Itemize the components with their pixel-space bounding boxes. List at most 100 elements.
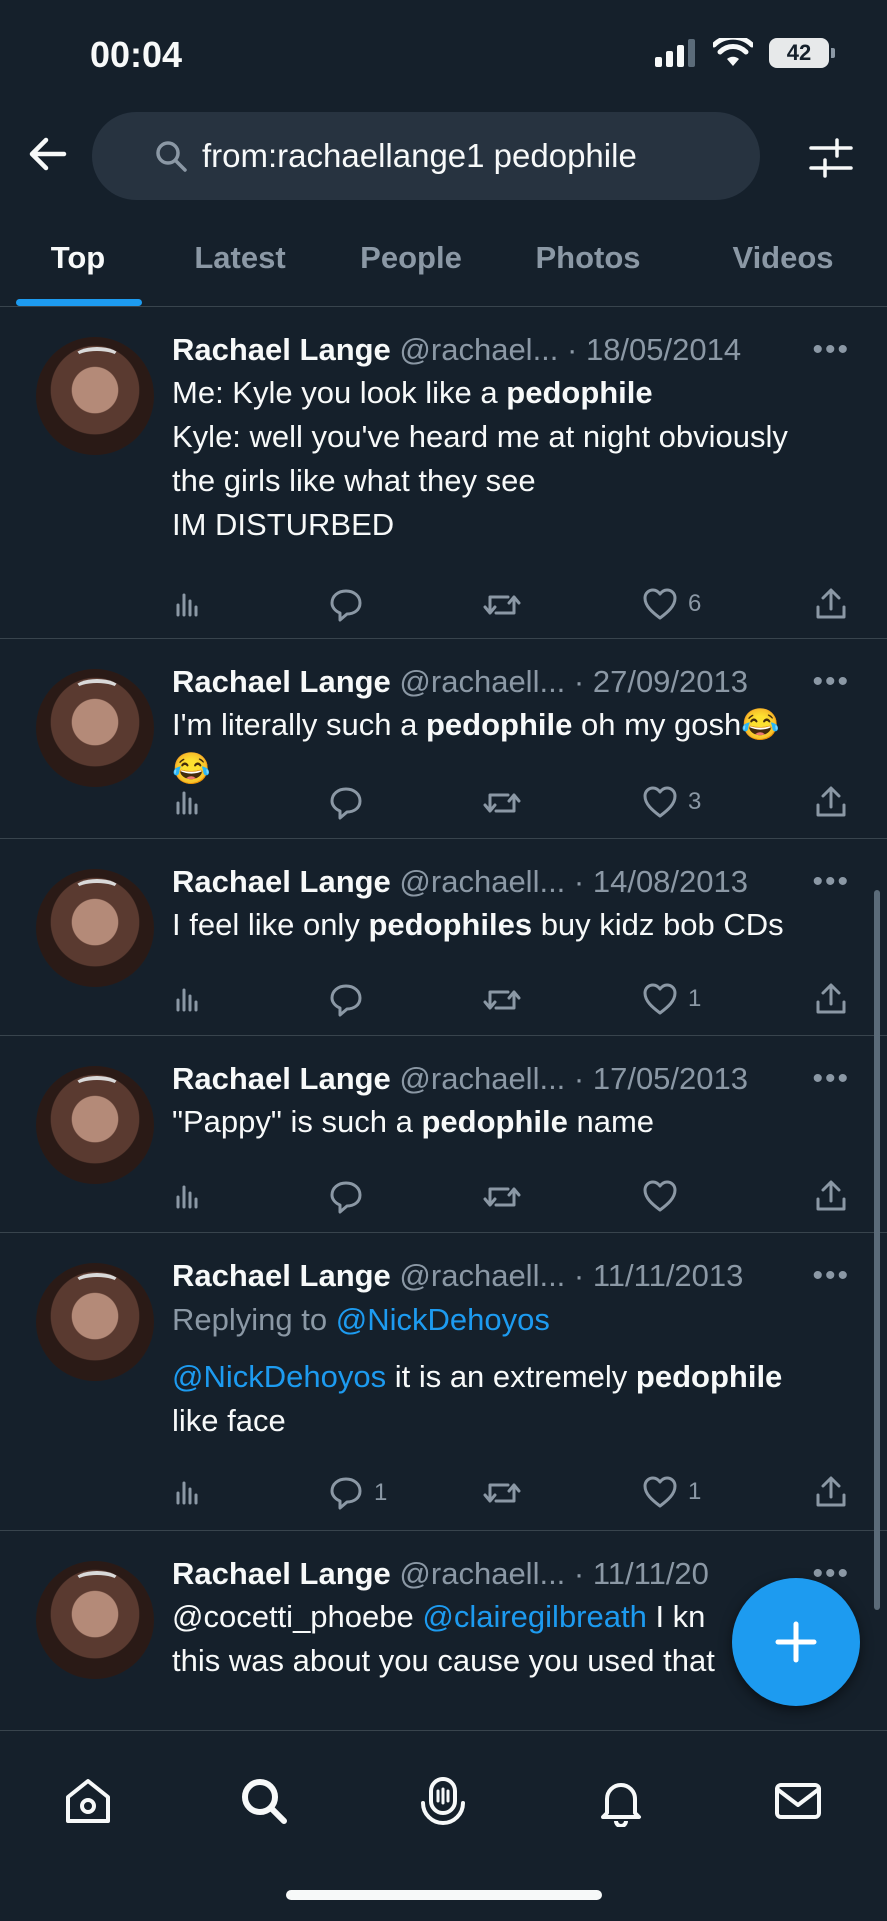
- retweet-button[interactable]: [482, 1475, 522, 1511]
- retweet-button[interactable]: [482, 982, 522, 1018]
- author-name[interactable]: Rachael Lange: [172, 1061, 391, 1096]
- tweet-body: Rachael Lange @rachael... · 18/05/2014 ••…: [172, 329, 852, 547]
- compose-button[interactable]: [732, 1578, 860, 1706]
- tweet[interactable]: Rachael Lange @rachaell... · 11/11/2013 •…: [0, 1233, 887, 1531]
- share-button[interactable]: [814, 785, 848, 819]
- views-button[interactable]: [172, 1179, 204, 1211]
- nav-explore[interactable]: [234, 1771, 294, 1831]
- author-name[interactable]: Rachael Lange: [172, 332, 391, 367]
- like-count: 1: [688, 1478, 702, 1505]
- like-icon: [643, 588, 677, 620]
- avatar[interactable]: [36, 1066, 154, 1184]
- avatar[interactable]: [36, 337, 154, 455]
- author-name[interactable]: Rachael Lange: [172, 664, 391, 699]
- search-input[interactable]: from:rachaellange1 pedophile: [92, 112, 760, 200]
- avatar[interactable]: [36, 869, 154, 987]
- author-handle[interactable]: @rachael...: [391, 332, 558, 367]
- tweet-date[interactable]: · 14/08/2013: [565, 864, 748, 899]
- tweet[interactable]: Rachael Lange @rachaell... · 17/05/2013 •…: [0, 1036, 887, 1233]
- tweet-header: Rachael Lange @rachael... · 18/05/2014 ••…: [172, 329, 852, 371]
- search-icon: [242, 1779, 287, 1824]
- like-button[interactable]: 3: [642, 785, 701, 819]
- like-button[interactable]: 1: [642, 982, 701, 1016]
- avatar[interactable]: [36, 1561, 154, 1679]
- nav-messages[interactable]: [768, 1771, 828, 1831]
- search-filter-button[interactable]: [807, 134, 855, 182]
- tab-latest[interactable]: Latest: [170, 222, 310, 306]
- tweet-date[interactable]: · 11/11/2013: [565, 1258, 744, 1293]
- avatar[interactable]: [36, 1263, 154, 1381]
- views-icon: [176, 988, 198, 1012]
- more-icon[interactable]: •••: [812, 861, 850, 903]
- author-handle[interactable]: @rachaell...: [391, 1061, 565, 1096]
- mention-link[interactable]: @clairegilbreath: [422, 1599, 646, 1634]
- views-button[interactable]: [172, 982, 204, 1014]
- author-name[interactable]: Rachael Lange: [172, 1258, 391, 1293]
- nav-notifications[interactable]: [591, 1771, 651, 1831]
- more-icon[interactable]: •••: [812, 1255, 850, 1297]
- more-icon[interactable]: •••: [812, 661, 850, 703]
- reply-button[interactable]: 1: [328, 1475, 387, 1511]
- tweet[interactable]: Rachael Lange @rachaell... · 14/08/2013 •…: [0, 839, 887, 1036]
- reply-button[interactable]: [328, 785, 364, 821]
- views-button[interactable]: [172, 1475, 204, 1507]
- home-indicator: [286, 1890, 602, 1900]
- tweet-text-line: IM DISTURBED: [172, 507, 395, 542]
- retweet-button[interactable]: [482, 785, 522, 821]
- retweet-button[interactable]: [482, 587, 522, 623]
- tab-top[interactable]: Top: [14, 222, 142, 306]
- author-handle[interactable]: @rachaell...: [391, 1258, 565, 1293]
- wifi-icon: [713, 38, 753, 66]
- share-icon: [816, 983, 846, 1014]
- tab-people[interactable]: People: [340, 222, 482, 306]
- views-button[interactable]: [172, 785, 204, 817]
- tweet[interactable]: Rachael Lange @rachaell... · 27/09/2013 •…: [0, 639, 887, 839]
- tweet-actions: 3: [172, 785, 852, 825]
- author-handle[interactable]: @rachaell...: [391, 864, 565, 899]
- tweet[interactable]: Rachael Lange @rachael... · 18/05/2014 ••…: [0, 307, 887, 639]
- author-name[interactable]: Rachael Lange: [172, 1556, 391, 1591]
- status-icons: 42: [655, 38, 835, 68]
- reply-button[interactable]: [328, 1179, 364, 1215]
- nav-home[interactable]: [58, 1771, 118, 1831]
- share-button[interactable]: [814, 1475, 848, 1509]
- back-button[interactable]: [24, 130, 72, 178]
- author-name[interactable]: Rachael Lange: [172, 864, 391, 899]
- compose-plus-icon: [775, 1621, 817, 1663]
- author-handle[interactable]: @rachaell...: [391, 664, 565, 699]
- scrollbar[interactable]: [874, 890, 880, 1610]
- tab-photos[interactable]: Photos: [516, 222, 660, 306]
- views-button[interactable]: [172, 587, 204, 619]
- share-button[interactable]: [814, 587, 848, 621]
- tweet-date[interactable]: · 18/05/2014: [558, 332, 741, 367]
- tweet-date[interactable]: · 17/05/2013: [565, 1061, 748, 1096]
- tweet-actions: 1: [172, 982, 852, 1022]
- avatar[interactable]: [36, 669, 154, 787]
- more-icon[interactable]: •••: [812, 1058, 850, 1100]
- share-button[interactable]: [814, 982, 848, 1016]
- like-count: 3: [688, 788, 702, 815]
- author-handle[interactable]: @rachaell...: [391, 1556, 565, 1591]
- reply-button[interactable]: [328, 982, 364, 1018]
- retweet-button[interactable]: [482, 1179, 522, 1215]
- search-term-highlight: pedophile: [421, 1104, 568, 1139]
- like-button[interactable]: [642, 1179, 678, 1213]
- retweet-icon: [483, 990, 521, 1010]
- tweet-header: Rachael Lange @rachaell... · 11/11/2013 •…: [172, 1255, 852, 1297]
- reply-button[interactable]: [328, 587, 364, 623]
- nav-spaces[interactable]: [413, 1771, 473, 1831]
- like-count: 1: [688, 985, 702, 1012]
- tweet-date[interactable]: · 27/09/2013: [565, 664, 748, 699]
- views-icon: [176, 791, 198, 815]
- more-icon[interactable]: •••: [812, 329, 850, 371]
- share-button[interactable]: [814, 1179, 848, 1213]
- tweet-header: Rachael Lange @rachaell... · 11/11/20 •••: [172, 1553, 852, 1595]
- tweet-date[interactable]: · 11/11/20: [565, 1556, 709, 1591]
- like-button[interactable]: 6: [642, 587, 701, 621]
- tab-videos[interactable]: Videos: [708, 222, 858, 306]
- mention-link[interactable]: @NickDehoyos: [172, 1359, 386, 1394]
- spaces-icon: [421, 1777, 465, 1825]
- like-button[interactable]: 1: [642, 1475, 701, 1509]
- signal-icon: [655, 39, 695, 67]
- mention-link[interactable]: @NickDehoyos: [336, 1302, 550, 1337]
